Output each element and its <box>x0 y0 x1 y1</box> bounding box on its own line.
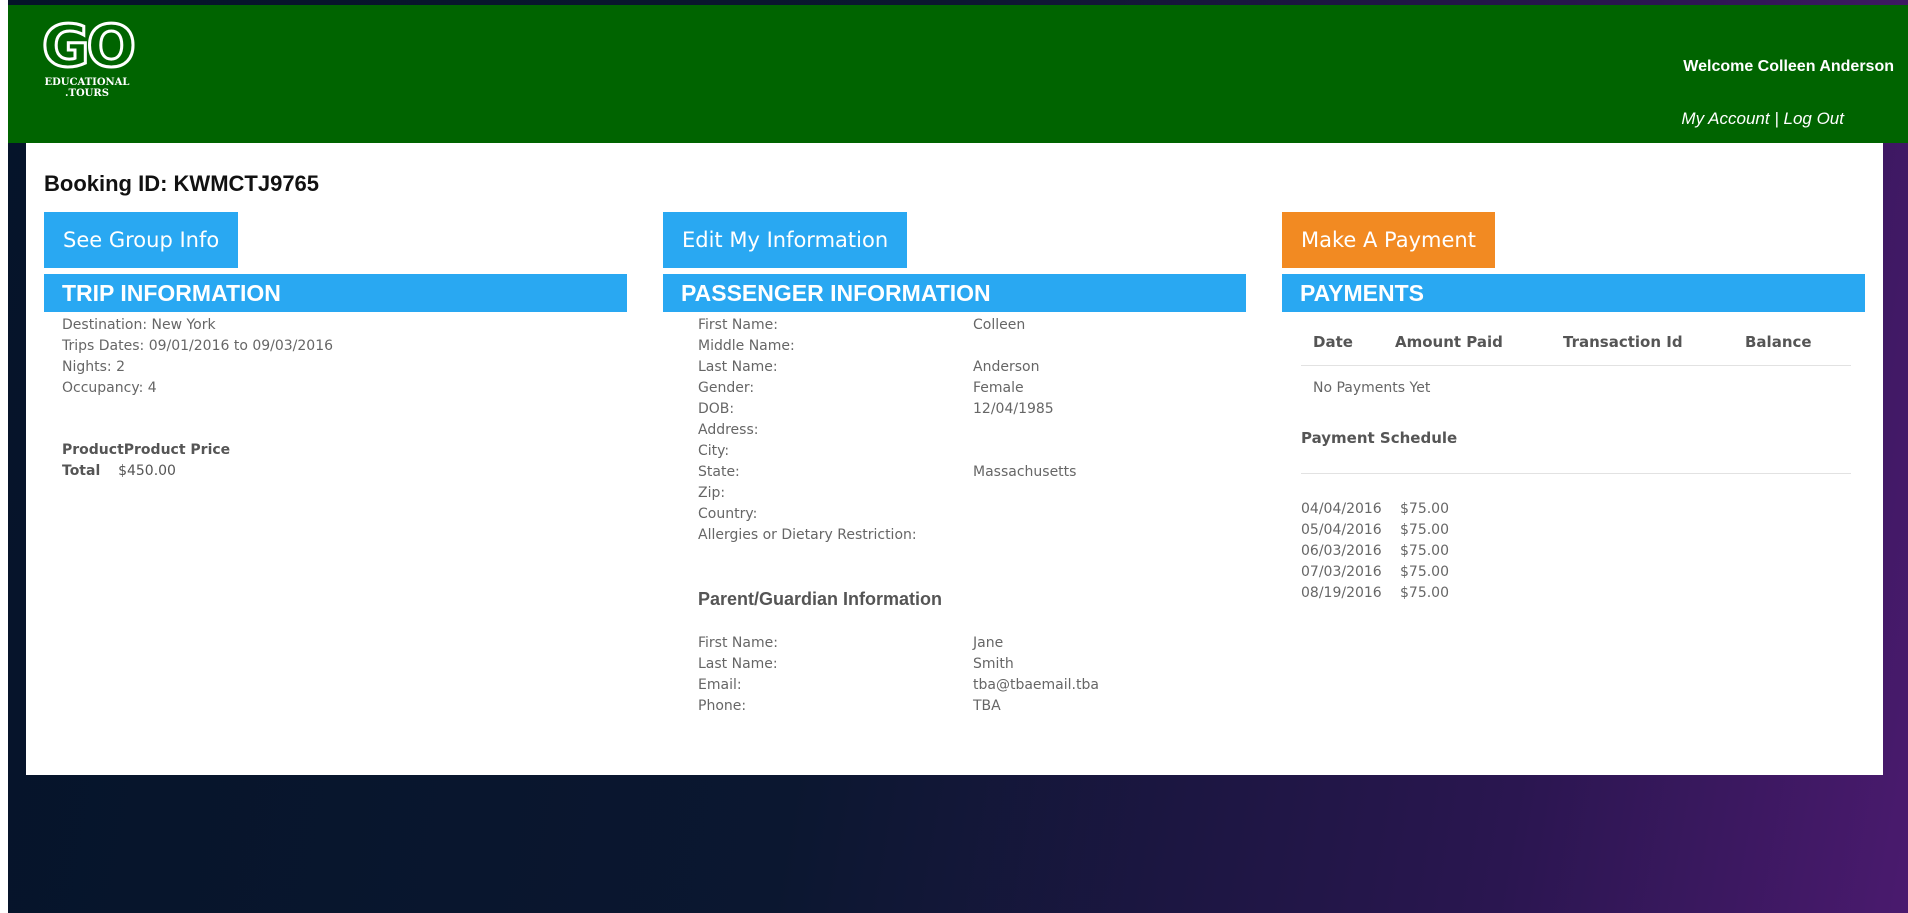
passenger-field-row: DOB: 12/04/1985 <box>698 399 1076 420</box>
passenger-field-value: Female <box>973 380 1024 396</box>
see-group-info-button[interactable]: See Group Info <box>44 212 239 268</box>
payments-column-header: Transaction Id <box>1563 333 1683 351</box>
schedule-date: 08/19/2016 <box>1301 585 1382 601</box>
passenger-field-label: Allergies or Dietary Restriction: <box>698 527 917 543</box>
guardian-field-row: Phone: TBA <box>698 696 1099 717</box>
welcome-text: Welcome Colleen Anderson <box>1683 58 1894 75</box>
schedule-amount: $75.00 <box>1400 564 1449 580</box>
my-account-link[interactable]: My Account <box>1681 109 1769 128</box>
guardian-field-label: Phone: <box>698 698 747 714</box>
passenger-field-row: City: <box>698 441 1076 462</box>
account-links: My Account | Log Out <box>1681 109 1844 129</box>
make-a-payment-button[interactable]: Make A Payment <box>1282 212 1495 268</box>
passenger-field-row: Allergies or Dietary Restriction: <box>698 525 1076 546</box>
passenger-field-label: Zip: <box>698 485 726 501</box>
payments-column-header: Amount Paid <box>1395 333 1503 351</box>
passenger-field-label: Gender: <box>698 380 755 396</box>
passenger-information-header: PASSENGER INFORMATION <box>663 274 1246 312</box>
passenger-field-label: State: <box>698 464 740 480</box>
guardian-field-value: Jane <box>973 635 1004 651</box>
payments-header: PAYMENTS <box>1282 274 1865 312</box>
payments-column-header: Balance <box>1745 333 1812 351</box>
passenger-field-row: First Name: Colleen <box>698 315 1076 336</box>
trip-dates: Trips Dates: 09/01/2016 to 09/03/2016 <box>62 338 334 354</box>
product-table: ProductProduct Price Total $450.00 <box>62 440 230 482</box>
schedule-divider <box>1301 473 1851 474</box>
passenger-field-label: Address: <box>698 422 759 438</box>
schedule-row: 08/19/2016 $75.00 <box>1301 583 1449 604</box>
schedule-row: 04/04/2016 $75.00 <box>1301 499 1449 520</box>
passenger-field-label: City: <box>698 443 730 459</box>
passenger-field-row: Middle Name: <box>698 336 1076 357</box>
passenger-field-row: Country: <box>698 504 1076 525</box>
passenger-field-label: First Name: <box>698 317 778 333</box>
payments-table-header: Date Amount Paid Transaction Id Balance <box>1301 321 1851 366</box>
passenger-details: First Name: Colleen Middle Name: Last Name:… <box>698 315 1076 546</box>
trip-details: Destination: New York Trips Dates: 09/01… <box>62 315 333 399</box>
schedule-amount: $75.00 <box>1400 543 1449 559</box>
passenger-field-label: Middle Name: <box>698 338 795 354</box>
no-payments-text: No Payments Yet <box>1313 380 1431 396</box>
link-separator: | <box>1774 109 1779 128</box>
schedule-row: 06/03/2016 $75.00 <box>1301 541 1449 562</box>
payments-table: Date Amount Paid Transaction Id Balance No … <box>1301 321 1851 396</box>
guardian-field-label: First Name: <box>698 635 778 651</box>
guardian-title: Parent/Guardian Information <box>698 589 943 609</box>
guardian-field-value: TBA <box>973 698 1001 714</box>
passenger-field-row: Last Name: Anderson <box>698 357 1076 378</box>
trip-information-header: TRIP INFORMATION <box>44 274 627 312</box>
payment-schedule-title: Payment Schedule <box>1301 429 1458 447</box>
total-label: Total <box>62 463 101 479</box>
guardian-field-row: First Name: Jane <box>698 633 1099 654</box>
edit-my-information-button[interactable]: Edit My Information <box>663 212 908 268</box>
schedule-amount: $75.00 <box>1400 585 1449 601</box>
logo-line-2: .TOURS <box>65 88 109 99</box>
guardian-details: First Name: Jane Last Name: Smith Email: tba@… <box>698 633 1099 717</box>
payment-schedule-list: 04/04/2016 $75.00 05/04/2016 $75.00 06/03/20… <box>1301 499 1449 604</box>
go-educational-tours-logo[interactable]: GO EDUCATIONAL .TOURS <box>41 12 142 107</box>
schedule-amount: $75.00 <box>1400 501 1449 517</box>
product-table-header: ProductProduct Price <box>62 442 231 458</box>
schedule-date: 04/04/2016 <box>1301 501 1382 517</box>
schedule-row: 05/04/2016 $75.00 <box>1301 520 1449 541</box>
schedule-row: 07/03/2016 $75.00 <box>1301 562 1449 583</box>
schedule-date: 06/03/2016 <box>1301 543 1382 559</box>
guardian-field-row: Last Name: Smith <box>698 654 1099 675</box>
site-header: GO EDUCATIONAL .TOURS Welcome Colleen An… <box>8 5 1908 143</box>
passenger-field-label: Country: <box>698 506 758 522</box>
booking-id: Booking ID: KWMCTJ9765 <box>44 171 320 196</box>
schedule-amount: $75.00 <box>1400 522 1449 538</box>
passenger-field-value: Colleen <box>973 317 1026 333</box>
passenger-field-row: Gender: Female <box>698 378 1076 399</box>
passenger-field-row: Address: <box>698 420 1076 441</box>
schedule-date: 05/04/2016 <box>1301 522 1382 538</box>
guardian-field-value: tba@tbaemail.tba <box>973 677 1099 693</box>
passenger-field-value: Anderson <box>973 359 1040 375</box>
passenger-field-value: 12/04/1985 <box>973 401 1054 417</box>
guardian-field-row: Email: tba@tbaemail.tba <box>698 675 1099 696</box>
payments-column-header: Date <box>1313 333 1353 351</box>
trip-nights: Nights: 2 <box>62 359 125 375</box>
passenger-field-label: DOB: <box>698 401 735 417</box>
guardian-field-label: Email: <box>698 677 742 693</box>
passenger-field-label: Last Name: <box>698 359 778 375</box>
logo-main-text: GO <box>41 12 138 80</box>
guardian-field-value: Smith <box>973 656 1014 672</box>
log-out-link[interactable]: Log Out <box>1784 109 1845 128</box>
booking-panel: Booking ID: KWMCTJ9765 See Group Info Ed… <box>26 143 1883 775</box>
left-edge <box>0 0 8 913</box>
logo-line-1: EDUCATIONAL <box>44 77 130 88</box>
total-value: $450.00 <box>118 463 176 479</box>
guardian-field-label: Last Name: <box>698 656 778 672</box>
schedule-date: 07/03/2016 <box>1301 564 1382 580</box>
passenger-field-row: State: Massachusetts <box>698 462 1076 483</box>
trip-destination: Destination: New York <box>62 317 216 333</box>
passenger-field-row: Zip: <box>698 483 1076 504</box>
trip-occupancy: Occupancy: 4 <box>62 380 157 396</box>
passenger-field-value: Massachusetts <box>973 464 1077 480</box>
